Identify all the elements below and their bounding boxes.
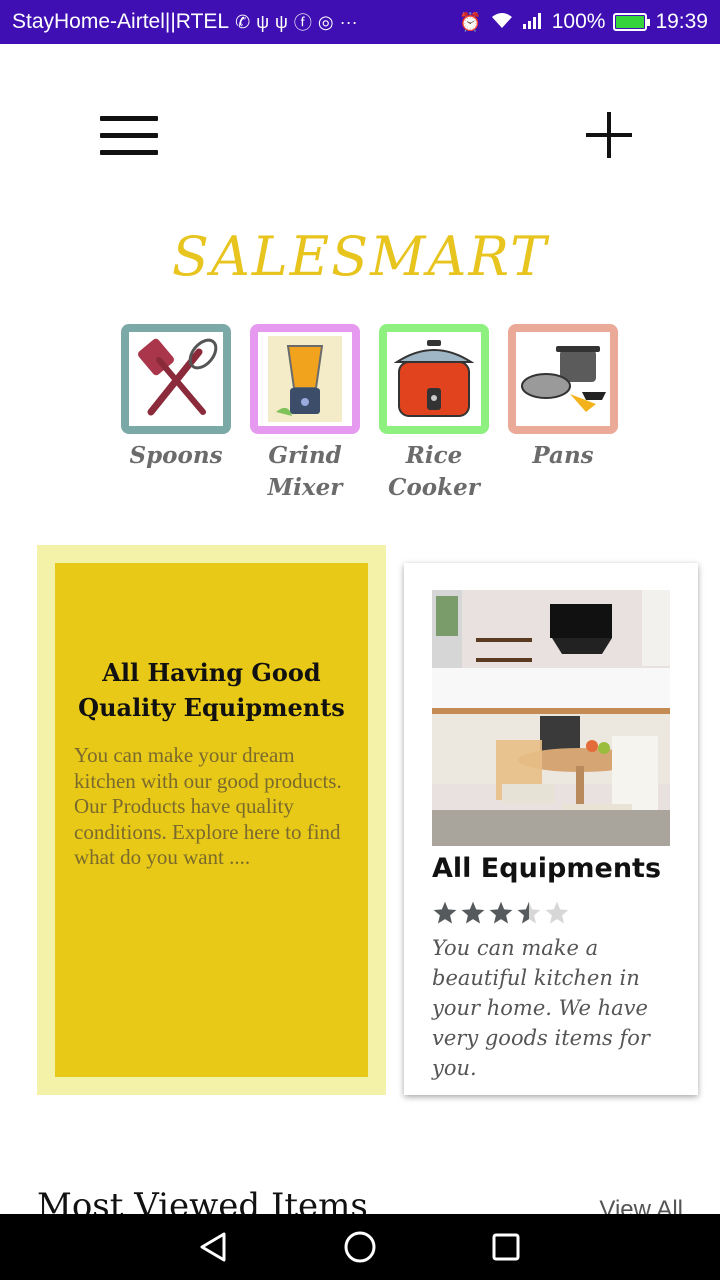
carrier-label: StayHome-Airtel||RTEL [12,10,230,33]
star-half-icon [517,901,541,924]
featured-card[interactable]: All Equipments You can make a beautiful … [404,563,698,1095]
plus-icon[interactable] [586,112,632,158]
category-pans[interactable]: Pans [508,324,618,472]
brand-title: SALESMART [171,225,549,288]
mixer-icon [268,336,342,422]
category-spoons[interactable]: Spoons [121,324,231,472]
star-filled-icon [461,901,485,924]
pans-icon [521,346,606,412]
category-label: Spoons [129,442,223,469]
star-filled-icon [489,901,513,924]
category-grind-mixer[interactable]: Grind Mixer [250,324,360,504]
rice-cooker-icon [393,340,475,417]
promo-title: All Having Good Quality Equipments [78,658,345,722]
star-filled-icon [433,901,457,924]
messenger-icon: ◎ [317,11,334,32]
status-bar: StayHome-Airtel||RTEL ✆ ψ ψ ⓕ ◎ ··· ⏰ 10… [0,0,720,44]
rating-stars [432,900,570,926]
spoons-icon [138,338,218,416]
category-list: Spoons Grind Mixer Rice Cooker Pans [121,324,621,504]
card-title: All Equipments [432,853,662,884]
promo-description: You can make your dream kitchen with our… [74,743,342,869]
star-empty-icon [545,901,569,924]
usb-icon: ψ [275,11,288,32]
system-navigation-bar [0,1214,720,1280]
phone-icon: ✆ [235,11,251,32]
hamburger-menu-icon[interactable] [100,116,158,156]
recents-icon[interactable] [476,1214,536,1280]
signal-icon [522,11,544,34]
battery-icon [613,13,651,31]
clock: 19:39 [655,10,708,33]
category-tile [121,324,231,434]
more-icon: ··· [339,11,358,32]
category-label: Rice Cooker [388,442,480,501]
category-tile [379,324,489,434]
alarm-icon: ⏰ [459,11,482,32]
back-icon[interactable] [184,1214,244,1280]
category-rice-cooker[interactable]: Rice Cooker [379,324,489,504]
category-tile [250,324,360,434]
wifi-icon [490,11,514,34]
facebook-icon: ⓕ [293,13,312,33]
category-label: Pans [532,442,594,469]
home-icon[interactable] [330,1214,390,1280]
kitchen-image [432,590,670,846]
battery-percent: 100% [551,10,606,33]
category-label: Grind Mixer [267,442,343,501]
usb-icon: ψ [256,11,270,32]
card-description: You can make a beautiful kitchen in your… [432,936,650,1080]
category-tile [508,324,618,434]
